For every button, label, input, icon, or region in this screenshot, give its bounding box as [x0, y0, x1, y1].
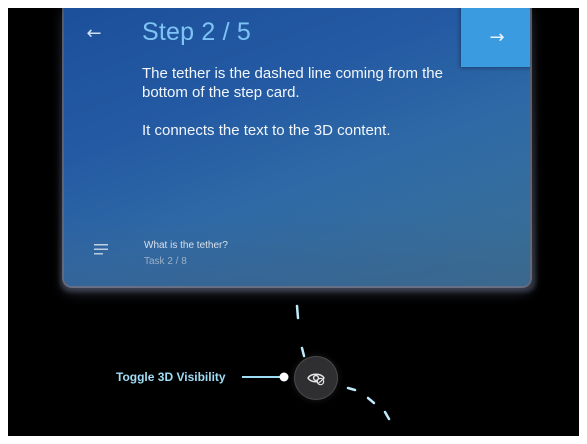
- mixed-reality-scene: ← Step 2 / 5 → The tether is the dashed …: [8, 8, 579, 436]
- eye-toggle-icon: [307, 373, 325, 386]
- toggle-3d-label: Toggle 3D Visibility: [116, 370, 226, 384]
- toggle-3d-visibility-button[interactable]: [295, 357, 337, 399]
- tether-line: [242, 304, 391, 421]
